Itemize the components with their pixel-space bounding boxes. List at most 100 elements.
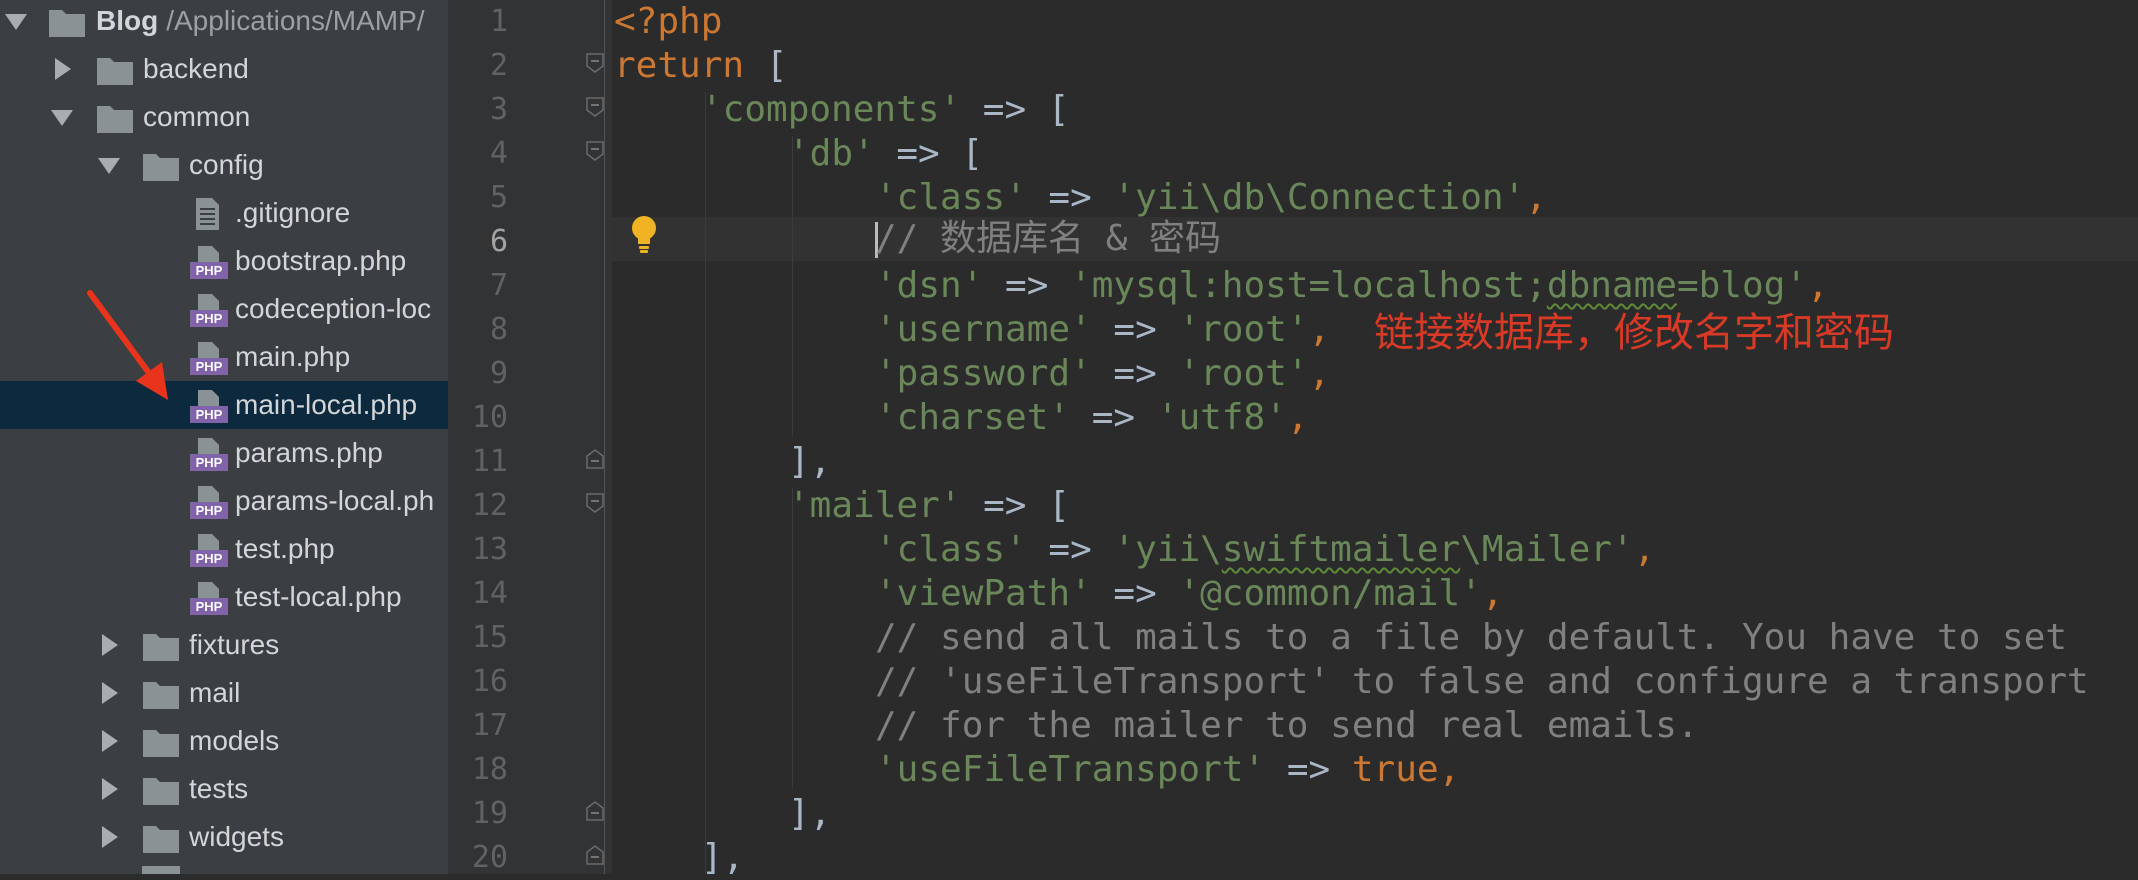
tree-root-blog[interactable]: Blog/Applications/MAMP/ [0, 0, 448, 45]
tree-item-label: main.php [235, 341, 351, 372]
tree-folder-mail[interactable]: mail [0, 669, 448, 717]
php-file-icon: PHP [190, 341, 228, 375]
line-number: 13 [471, 532, 508, 567]
line-number: 2 [489, 48, 508, 83]
line-number: 9 [489, 356, 508, 391]
gutter-divider [604, 0, 605, 874]
svg-text:PHP: PHP [196, 359, 223, 374]
code-line-11: ], [788, 441, 832, 482]
line-number: 17 [471, 708, 508, 743]
tree-item-label: common [143, 101, 251, 132]
line-number: 11 [471, 444, 508, 479]
code-line-7: 'dsn' => 'mysql:host=localhost;dbname=bl… [875, 265, 1829, 306]
chevron-right-icon[interactable] [95, 727, 123, 755]
text-file-icon [190, 197, 228, 231]
fold-close-icon[interactable] [586, 449, 604, 469]
code-line-8: 'username' => 'root', [875, 309, 1331, 350]
code-line-16: // 'useFileTransport' to false and confi… [875, 661, 2089, 702]
line-number: 18 [471, 752, 508, 787]
tree-item-label: bootstrap.php [235, 245, 407, 276]
line-number: 15 [471, 620, 508, 655]
fold-open-icon[interactable] [586, 53, 604, 73]
folder-icon [142, 866, 180, 874]
tree-folder-tests[interactable]: tests [0, 765, 448, 813]
code-line-5: 'class' => 'yii\db\Connection', [875, 177, 1547, 218]
tree-item-label: tests [189, 773, 249, 804]
code-line-3: 'components' => [ [701, 89, 1070, 130]
line-number: 7 [489, 268, 508, 303]
chevron-right-icon[interactable] [48, 55, 76, 83]
tree-item-label: main-local.php [235, 389, 418, 420]
folder-icon [142, 677, 180, 711]
fold-open-icon[interactable] [586, 97, 604, 117]
line-number: 10 [471, 400, 508, 435]
tree-file-bootstrap-php[interactable]: PHP bootstrap.php [0, 237, 448, 285]
fold-open-icon[interactable] [586, 141, 604, 161]
svg-text:PHP: PHP [196, 263, 223, 278]
tree-item-label: backend [143, 53, 249, 84]
code-line-1: <?php [614, 1, 723, 42]
code-line-10: 'charset' => 'utf8', [875, 397, 1309, 438]
line-number: 8 [489, 312, 508, 347]
code-line-13: 'class' => 'yii\swiftmailer\Mailer', [875, 529, 1656, 570]
tree-file-codeception-local[interactable]: PHP codeception-loc [0, 285, 448, 333]
code-line-20: ], [701, 837, 745, 874]
tree-file-test-local-php[interactable]: PHP test-local.php [0, 573, 448, 621]
chevron-right-icon[interactable] [95, 631, 123, 659]
tree-item-label: test-local.php [235, 581, 402, 612]
tree-file-main-local-php[interactable]: PHP main-local.php [0, 381, 448, 429]
line-number-current: 6 [489, 224, 508, 259]
svg-text:PHP: PHP [196, 503, 223, 518]
fold-close-icon[interactable] [586, 801, 604, 821]
tree-folder-models[interactable]: models [0, 717, 448, 765]
folder-icon [142, 725, 180, 759]
line-number: 5 [489, 180, 508, 215]
code-editor[interactable]: <?php return [ 'components' => [ 'db' =>… [612, 0, 2138, 874]
lightbulb-icon[interactable] [628, 214, 660, 254]
code-line-17: // for the mailer to send real emails. [875, 705, 1699, 746]
line-number: 4 [489, 136, 508, 171]
folder-icon [142, 629, 180, 663]
fold-close-icon[interactable] [586, 845, 604, 865]
chevron-right-icon[interactable] [95, 679, 123, 707]
code-line-4: 'db' => [ [788, 133, 984, 174]
code-line-6: // 数据库名 & 密码 [875, 218, 1222, 259]
folder-icon [142, 773, 180, 807]
tree-folder-common[interactable]: common [0, 93, 448, 141]
tree-file-params-php[interactable]: PHP params.php [0, 429, 448, 477]
chevron-down-icon[interactable] [48, 103, 76, 131]
tree-item-label: config [189, 149, 264, 180]
chevron-right-icon[interactable] [95, 775, 123, 803]
tree-file-main-php[interactable]: PHP main.php [0, 333, 448, 381]
code-line-2: return [ [614, 45, 788, 86]
tree-file-test-php[interactable]: PHP test.php [0, 525, 448, 573]
tree-item-label: fixtures [189, 629, 280, 660]
tree-file-params-local-php[interactable]: PHP params-local.ph [0, 477, 448, 525]
tree-folder-backend[interactable]: backend [0, 45, 448, 93]
line-number: 14 [471, 576, 508, 611]
code-line-12: 'mailer' => [ [788, 485, 1070, 526]
tree-folder-config[interactable]: config [0, 141, 448, 189]
line-number: 1 [489, 4, 508, 39]
fold-open-icon[interactable] [586, 493, 604, 513]
line-number: 3 [489, 92, 508, 127]
chevron-right-icon[interactable] [95, 823, 123, 851]
chevron-down-icon[interactable] [2, 7, 30, 35]
annotation-arrow-icon [87, 290, 168, 400]
tree-folder-widgets[interactable]: widgets [0, 813, 448, 861]
code-line-19: ], [788, 793, 832, 834]
tree-item-label: models [189, 725, 280, 756]
tree-file-gitignore[interactable]: .gitignore [0, 189, 448, 237]
tree-item-label: mail [189, 677, 241, 708]
code-line-18: 'useFileTransport' => true, [875, 749, 1461, 790]
tree-folder-fixtures[interactable]: fixtures [0, 621, 448, 669]
code-line-9: 'password' => 'root', [875, 353, 1331, 394]
php-file-icon: PHP [190, 245, 228, 279]
folder-icon [142, 149, 180, 183]
svg-text:PHP: PHP [196, 311, 223, 326]
php-file-icon: PHP [190, 581, 228, 615]
chevron-down-icon[interactable] [95, 151, 123, 179]
tree-item-label: codeception-loc [235, 293, 432, 324]
line-number: 20 [471, 840, 508, 875]
code-line-14: 'viewPath' => '@common/mail', [875, 573, 1504, 614]
